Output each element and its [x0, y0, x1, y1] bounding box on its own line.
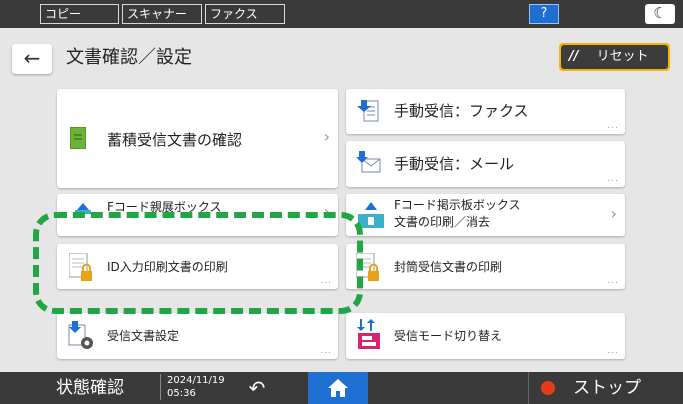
receive-settings-label: 受信文書設定: [107, 329, 180, 343]
receive-mode-switch-label: 受信モード切り替え: [394, 329, 503, 343]
sealed-print-card[interactable]: 封筒受信文書の印刷 ...: [346, 244, 625, 289]
manual-mail-card[interactable]: 手動受信：メール ...: [346, 141, 625, 187]
highlight-frame: [33, 212, 363, 314]
tab-copy[interactable]: コピー: [40, 4, 119, 24]
fcode-bulletin-box-card[interactable]: Fコード掲示板ボックス 文書の印刷／消去 ›: [346, 194, 625, 236]
fax-receive-icon: [357, 100, 379, 122]
manual-fax-label: 手動受信：ファクス: [394, 102, 529, 120]
home-icon: [328, 379, 348, 397]
date-text: 2024/11/19: [167, 375, 225, 386]
bottom-bar: 状態確認 2024/11/19 05:36 ↶ ストップ: [0, 372, 683, 404]
fax-mode-icon: [357, 319, 380, 349]
receive-mode-switch-card[interactable]: 受信モード切り替え ...: [346, 313, 625, 359]
undo-button[interactable]: ↶: [222, 372, 292, 404]
bulletin-box-icon: [358, 202, 384, 228]
top-bar: コピー スキャナー ファクス ? ☾: [0, 0, 683, 28]
undo-arrow-icon: ↶: [248, 376, 266, 400]
reset-button-inner: // リセット: [561, 45, 668, 69]
mail-receive-icon: [356, 151, 381, 173]
time-text: 05:36: [167, 388, 196, 399]
stop-button[interactable]: ストップ: [528, 372, 683, 404]
status-check-button[interactable]: 状態確認: [28, 372, 152, 404]
more-dots: ...: [320, 346, 332, 356]
document-green-icon: [70, 127, 86, 149]
home-button[interactable]: [308, 372, 368, 404]
back-arrow-icon: ←: [23, 46, 41, 70]
sealed-print-label: 封筒受信文書の印刷: [394, 260, 503, 274]
theme-toggle-button[interactable]: ☾: [645, 4, 675, 24]
fcode-bulletin-line2: 文書の印刷／消去: [394, 215, 491, 229]
manual-mail-label: 手動受信：メール: [394, 155, 515, 173]
help-button[interactable]: ?: [529, 4, 559, 24]
stop-icon: [541, 381, 555, 395]
page-title: 文書確認／設定: [66, 47, 192, 68]
stored-received-card[interactable]: 蓄積受信文書の確認 ›: [57, 89, 338, 188]
more-dots: ...: [607, 121, 619, 131]
reset-label: リセット: [596, 49, 649, 64]
reset-button[interactable]: // リセット: [559, 43, 670, 71]
moon-icon: ☾: [653, 4, 667, 22]
more-dots: ...: [607, 276, 619, 286]
manual-fax-card[interactable]: 手動受信：ファクス ...: [346, 89, 625, 134]
back-button[interactable]: ←: [12, 44, 52, 74]
stop-label: ストップ: [573, 378, 641, 398]
date-time: 2024/11/19 05:36: [160, 374, 225, 400]
tab-fax[interactable]: ファクス: [205, 4, 285, 24]
tab-scanner[interactable]: スキャナー: [122, 4, 202, 24]
receive-settings-icon: [68, 321, 93, 349]
fcode-bulletin-line1: Fコード掲示板ボックス: [394, 198, 521, 212]
receive-settings-card[interactable]: 受信文書設定 ...: [57, 313, 338, 359]
reset-icon: //: [569, 49, 579, 64]
stored-received-label: 蓄積受信文書の確認: [107, 131, 243, 149]
more-dots: ...: [607, 346, 619, 356]
more-dots: ...: [607, 174, 619, 184]
chevron-right-icon: ›: [323, 127, 330, 146]
chevron-right-icon: ›: [610, 204, 617, 223]
